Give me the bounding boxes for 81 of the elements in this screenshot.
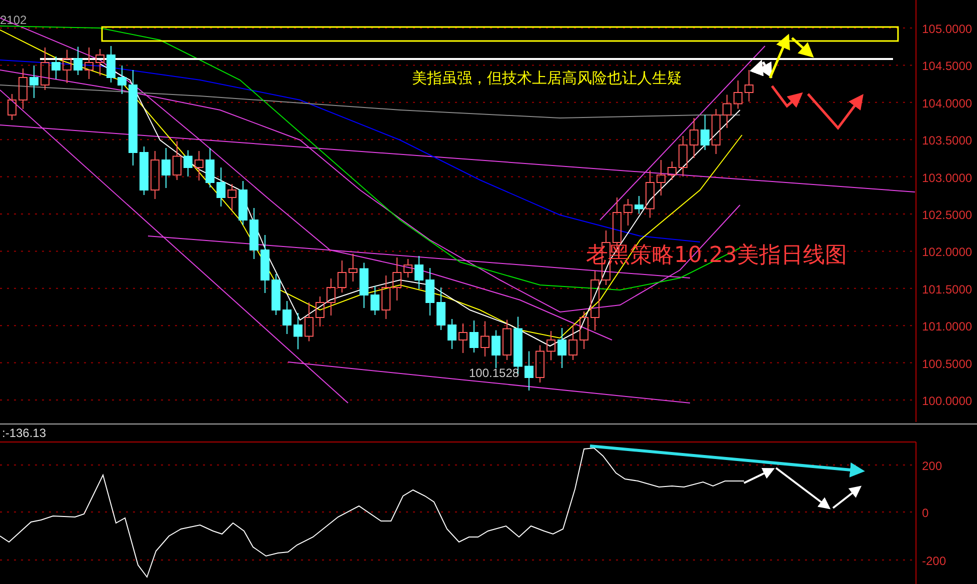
candlestick [194, 150, 204, 181]
candlestick [492, 330, 500, 368]
price-axis-label: 101.0000 [922, 320, 972, 334]
candlestick [744, 70, 754, 102]
price-axis-label: 105.0000 [922, 22, 972, 36]
candlestick [150, 150, 160, 200]
candlestick [260, 234, 270, 294]
candlestick [338, 260, 346, 293]
candlestick [106, 46, 116, 83]
candlestick [646, 170, 654, 218]
candlestick [84, 47, 94, 80]
candlestick [8, 94, 16, 120]
candlestick [348, 253, 358, 282]
candlestick [272, 274, 280, 316]
candlestick [172, 140, 182, 180]
candlestick [734, 80, 742, 110]
candlestick [558, 328, 566, 368]
candlestick [502, 319, 512, 360]
candlestick [414, 256, 424, 290]
candlestick [216, 167, 226, 207]
candlestick [360, 262, 368, 308]
candlestick [326, 278, 336, 316]
price-axis-label: 101.5000 [922, 282, 972, 296]
candlestick [304, 302, 314, 342]
indicator-axis-label: -200 [922, 554, 946, 568]
candlestick [480, 320, 490, 357]
candlestick [206, 148, 214, 188]
candlestick [404, 258, 412, 278]
candlestick [52, 56, 60, 80]
price-axis-label: 103.0000 [922, 170, 972, 185]
candlestick [96, 48, 104, 76]
candlestick [392, 257, 402, 301]
low-price-label: 100.1528 [469, 366, 520, 380]
candlestick [18, 68, 28, 110]
price-axis-label: 104.5000 [922, 59, 972, 74]
price-axis-label: 103.5000 [922, 134, 972, 148]
candlestick [250, 208, 258, 260]
candlestick [162, 148, 170, 188]
candlestick [238, 180, 248, 226]
candlestick [282, 300, 292, 334]
candlestick [678, 136, 688, 177]
candlestick [722, 94, 732, 128]
candlestick [30, 65, 38, 98]
candlestick [140, 146, 148, 196]
candlestick [700, 114, 710, 150]
candlestick [624, 198, 632, 226]
candlestick [316, 296, 324, 327]
candlestick [568, 324, 578, 360]
candlestick [294, 312, 302, 350]
chart-annotation: 美指虽强，但技术上居高风险也让人生疑 [412, 69, 682, 87]
candlestick [634, 196, 644, 214]
indicator-axis-label: 200 [922, 459, 942, 473]
candlestick [690, 118, 698, 158]
candlestick [656, 160, 666, 196]
candlestick [62, 49, 72, 84]
indicator-axis-label: 0 [922, 506, 929, 520]
candlestick [524, 350, 534, 391]
candlestick [184, 150, 192, 177]
candlestick [118, 65, 126, 94]
candlestick [436, 287, 446, 330]
candlestick [470, 320, 478, 353]
price-axis-label: 102.0000 [922, 245, 972, 260]
price-axis-label: 102.5000 [922, 208, 972, 222]
candlestick [370, 286, 380, 316]
candlestick [458, 323, 468, 354]
candlestick [590, 270, 600, 331]
candlestick [448, 318, 456, 350]
candlestick [712, 108, 720, 154]
candlestick [546, 330, 556, 361]
candlestick [74, 46, 82, 76]
candlestick [668, 161, 676, 180]
candlestick [536, 344, 544, 383]
candlestick [382, 275, 390, 320]
price-axis-label: 100.5000 [922, 356, 972, 371]
candlestick [40, 47, 50, 90]
candlestick [426, 268, 434, 316]
price-axis-label: 104.0000 [922, 96, 972, 110]
candlestick [580, 311, 588, 350]
candlestick [228, 184, 236, 211]
indicator-value-label: :-136.13 [2, 426, 46, 440]
price-axis-label: 100.0000 [922, 394, 972, 408]
